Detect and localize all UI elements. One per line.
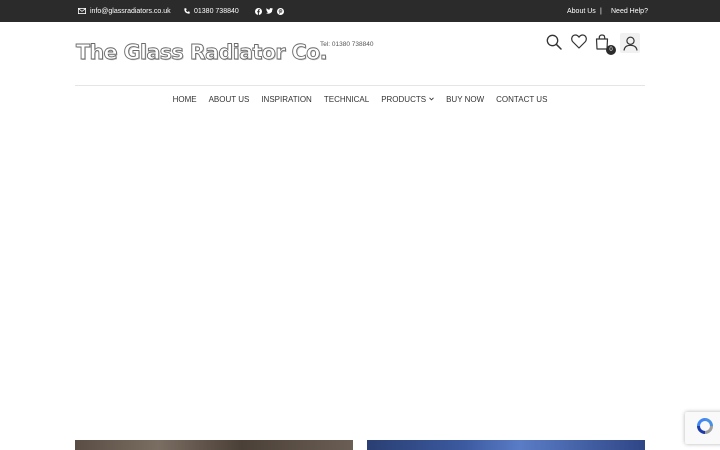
phone-icon [184, 8, 190, 14]
nav-label: ABOUT US [208, 94, 250, 104]
feature-image-right[interactable] [367, 440, 645, 450]
phone-text: 01380 738840 [194, 7, 239, 15]
site-logo[interactable]: The Glass Radiator Co. [76, 38, 328, 66]
nav-item-technical[interactable]: TECHNICAL [324, 92, 369, 106]
social-links [255, 0, 284, 22]
nav-item-home[interactable]: HOME [173, 92, 197, 106]
heart-icon[interactable] [571, 34, 589, 52]
cart-count-badge: 0 [606, 45, 616, 55]
email-link[interactable]: info@glassradiators.co.uk [78, 0, 171, 22]
about-us-link[interactable]: About Us [567, 0, 596, 22]
nav-item-products[interactable]: PRODUCTS [381, 92, 434, 106]
need-help-link[interactable]: Need Help? [611, 0, 648, 22]
recaptcha-badge[interactable] [685, 412, 720, 444]
nav-label: INSPIRATION [261, 94, 312, 104]
nav-item-inspiration[interactable]: INSPIRATION [261, 92, 312, 106]
main-nav: HOME ABOUT US INSPIRATION TECHNICAL PROD… [0, 92, 720, 106]
header-divider [75, 85, 645, 86]
nav-item-contact-us[interactable]: CONTACT US [496, 92, 547, 106]
facebook-icon[interactable] [255, 7, 262, 15]
user-icon[interactable] [620, 33, 640, 53]
logo-text: The Glass Radiator Co. [76, 40, 328, 65]
pinterest-icon[interactable] [277, 7, 284, 15]
nav-label: TECHNICAL [323, 94, 370, 104]
nav-label: CONTACT US [496, 94, 548, 104]
recaptcha-icon [695, 416, 715, 441]
nav-item-buy-now[interactable]: BUY NOW [446, 92, 484, 106]
feature-image-left[interactable] [75, 440, 353, 450]
nav-label: HOME [172, 94, 197, 104]
nav-item-about-us[interactable]: ABOUT US [209, 92, 250, 106]
search-icon[interactable] [546, 34, 564, 52]
nav-label: BUY NOW [446, 94, 485, 104]
chevron-down-icon [429, 97, 434, 101]
nav-label: PRODUCTS [381, 94, 427, 104]
email-text: info@glassradiators.co.uk [90, 7, 171, 15]
envelope-icon [78, 8, 86, 14]
twitter-icon[interactable] [266, 8, 273, 14]
header-tel: Tel: 01380 738840 [320, 41, 374, 48]
phone-link[interactable]: 01380 738840 [184, 0, 239, 22]
top-separator: | [600, 7, 602, 15]
top-bar: info@glassradiators.co.uk 01380 738840 A… [0, 0, 720, 22]
